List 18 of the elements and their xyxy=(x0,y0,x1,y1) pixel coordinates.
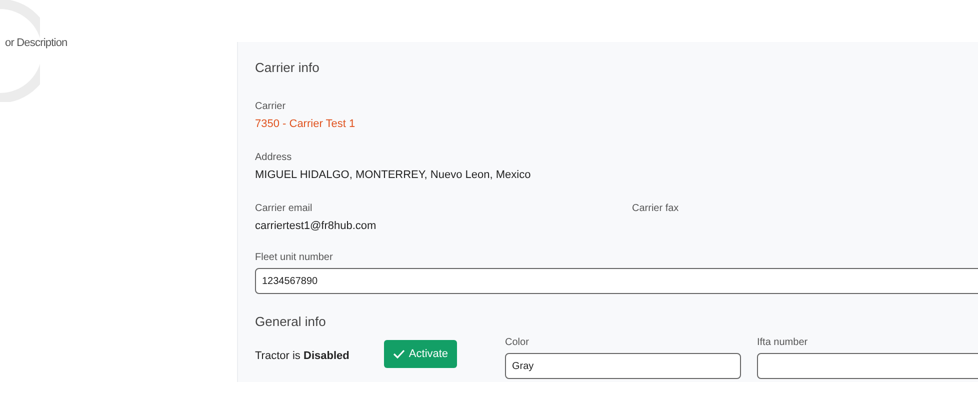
field-label: Carrier xyxy=(255,101,287,112)
field-label: Carrier email xyxy=(255,203,314,214)
input-field[interactable] xyxy=(757,353,978,379)
field-label: Address xyxy=(255,152,293,163)
section-title: General info xyxy=(255,314,327,329)
field-label: Carrier fax xyxy=(632,203,680,214)
field-label: Ifta number xyxy=(757,337,809,348)
field-label: Color xyxy=(505,337,530,348)
address-value: MIGUEL HIDALGO, MONTERREY, Nuevo Leon, Mexico xyxy=(255,169,532,181)
input-field[interactable]: 1234567890 xyxy=(255,268,978,294)
status-text: Tractor is Disabled xyxy=(255,350,350,362)
field-label: Fleet unit number xyxy=(255,252,334,263)
carrier-link[interactable]: 7350 - Carrier Test 1 xyxy=(255,118,978,130)
input-field[interactable]: Gray xyxy=(505,353,741,379)
section-title: Carrier info xyxy=(255,60,320,75)
email-value: carriertest1@fr8hub.com xyxy=(255,220,378,232)
check-icon xyxy=(392,349,405,359)
description-label: or Description xyxy=(5,37,68,49)
